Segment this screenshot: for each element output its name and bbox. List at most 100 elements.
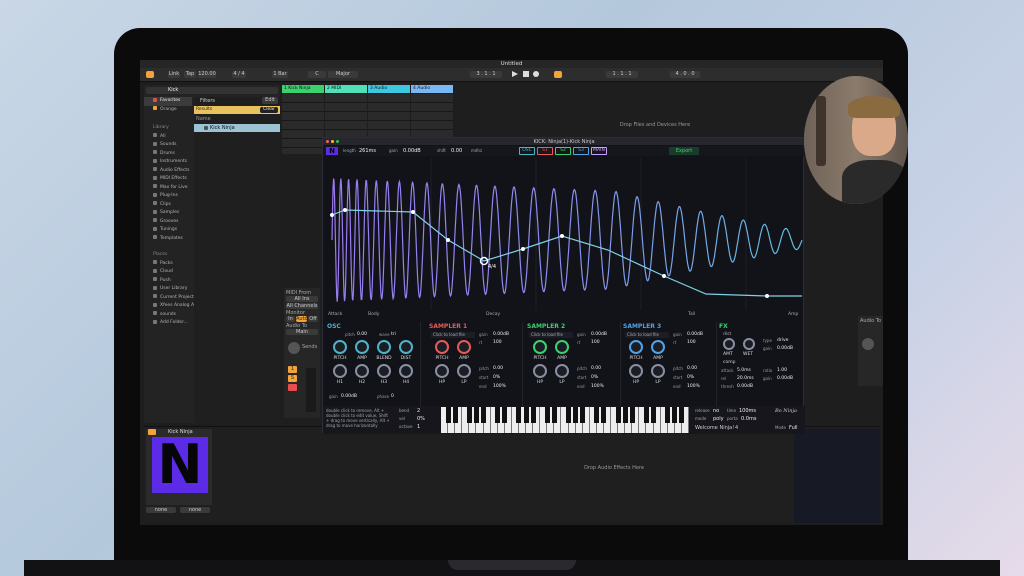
- knob[interactable]: [629, 364, 643, 378]
- mode-value[interactable]: poly: [713, 416, 724, 422]
- library-item[interactable]: Sounds: [144, 141, 192, 150]
- knob[interactable]: [651, 340, 665, 354]
- clear-button[interactable]: Clear: [260, 107, 278, 113]
- black-key[interactable]: [452, 407, 458, 423]
- black-key[interactable]: [651, 407, 657, 423]
- start-value[interactable]: 0%: [591, 375, 598, 380]
- library-item[interactable]: Templates: [144, 235, 192, 244]
- monitor-off-button[interactable]: Off: [308, 316, 318, 322]
- black-key[interactable]: [516, 407, 522, 423]
- filters-toggle[interactable]: Filters: [200, 98, 215, 104]
- load-file-field[interactable]: Click to load file: [625, 332, 669, 338]
- black-key[interactable]: [473, 407, 479, 423]
- black-key[interactable]: [551, 407, 557, 423]
- attack-value[interactable]: 5.0ms: [737, 368, 751, 373]
- end-value[interactable]: 100%: [687, 384, 700, 389]
- tempo-field[interactable]: 120.00: [198, 71, 216, 78]
- stop-icon[interactable]: [523, 71, 529, 77]
- black-key[interactable]: [544, 407, 550, 423]
- library-item[interactable]: Instruments: [144, 158, 192, 167]
- knob[interactable]: [355, 340, 369, 354]
- library-item[interactable]: Plug-Ins: [144, 192, 192, 201]
- library-item[interactable]: Max for Live: [144, 184, 192, 193]
- monitor-in-button[interactable]: In: [286, 316, 295, 322]
- places-item[interactable]: Xfees Analog Ar: [144, 302, 196, 311]
- library-item[interactable]: Drums: [144, 150, 192, 159]
- favorites-label[interactable]: Favorites: [160, 98, 180, 103]
- plugin-tab[interactable]: OSC: [519, 147, 535, 155]
- device-on-icon[interactable]: [148, 429, 156, 435]
- solo-button[interactable]: S: [288, 375, 297, 382]
- knob[interactable]: [555, 364, 569, 378]
- export-button[interactable]: Export: [669, 147, 699, 155]
- load-file-field[interactable]: Click to load file: [529, 332, 573, 338]
- plugin-tab[interactable]: S1: [537, 147, 553, 155]
- black-key[interactable]: [615, 407, 621, 423]
- pitch-value[interactable]: 0.00: [687, 366, 697, 371]
- plugin-tab[interactable]: MAIN: [591, 147, 607, 155]
- knob[interactable]: [651, 364, 665, 378]
- vel-value[interactable]: 0%: [417, 416, 425, 422]
- track-header[interactable]: 2 MIDI: [325, 85, 367, 93]
- black-key[interactable]: [445, 407, 451, 423]
- rt-value[interactable]: 100: [687, 340, 696, 345]
- clip-column-1[interactable]: [282, 94, 324, 154]
- start-value[interactable]: 0%: [493, 375, 500, 380]
- thresh-value[interactable]: 0.00dB: [737, 384, 753, 389]
- midi-from-select[interactable]: All Ins: [286, 296, 318, 302]
- gain-value[interactable]: 0.00dB: [687, 332, 703, 337]
- envelope-point[interactable]: [411, 210, 415, 214]
- black-key[interactable]: [672, 407, 678, 423]
- comp-toggle[interactable]: comp: [723, 360, 735, 365]
- envelope-point[interactable]: [521, 247, 525, 251]
- knob[interactable]: [457, 340, 471, 354]
- phase-value[interactable]: 0: [391, 394, 394, 399]
- shift-value[interactable]: 0.00: [451, 148, 462, 154]
- black-key[interactable]: [644, 407, 649, 423]
- library-item[interactable]: Samples: [144, 209, 192, 218]
- library-item[interactable]: Clips: [144, 201, 192, 210]
- library-item[interactable]: Tunings: [144, 226, 192, 235]
- arm-button[interactable]: [288, 384, 297, 391]
- black-key[interactable]: [466, 407, 472, 423]
- arrangement-toggle-icon[interactable]: [146, 71, 154, 78]
- places-item[interactable]: Current Project: [144, 294, 194, 303]
- envelope-point[interactable]: [765, 294, 769, 298]
- knob[interactable]: [399, 364, 413, 378]
- rt-value[interactable]: 100: [493, 340, 502, 345]
- black-key[interactable]: [601, 407, 607, 423]
- envelope-point[interactable]: [560, 234, 564, 238]
- wave-value[interactable]: tri: [391, 332, 396, 337]
- dist-toggle[interactable]: dist: [723, 332, 731, 337]
- knob[interactable]: [377, 340, 391, 354]
- black-key[interactable]: [566, 407, 572, 423]
- release-value[interactable]: no: [713, 408, 719, 414]
- library-item[interactable]: Audio Effects: [144, 167, 192, 176]
- black-key[interactable]: [530, 407, 536, 423]
- result-row[interactable]: Kick Ninja: [194, 124, 280, 132]
- start-value[interactable]: 0%: [687, 375, 694, 380]
- loop-start[interactable]: 1 . 1 . 1: [606, 71, 638, 78]
- places-item[interactable]: Packs: [144, 260, 192, 269]
- gain-value[interactable]: 0.00dB: [493, 332, 509, 337]
- track-header[interactable]: 4 Audio: [411, 85, 453, 93]
- black-key[interactable]: [573, 407, 579, 423]
- plugin-tab[interactable]: S2: [555, 147, 571, 155]
- places-item[interactable]: User Library: [144, 285, 192, 294]
- pitch-value[interactable]: 0.00: [591, 366, 601, 371]
- envelope-point[interactable]: [343, 208, 347, 212]
- black-key[interactable]: [679, 407, 685, 423]
- places-item[interactable]: sounds: [144, 311, 192, 320]
- record-icon[interactable]: [533, 71, 539, 77]
- ratio-value[interactable]: 1.00: [777, 368, 787, 373]
- places-item[interactable]: Add Folder...: [144, 319, 192, 328]
- black-key[interactable]: [622, 407, 628, 423]
- chain-select-1[interactable]: none: [146, 507, 176, 513]
- time-value[interactable]: 100ms: [739, 408, 756, 414]
- arrangement-position[interactable]: 3 . 1 . 1: [470, 71, 502, 78]
- end-value[interactable]: 100%: [493, 384, 506, 389]
- type-value[interactable]: drive: [777, 338, 788, 343]
- library-item[interactable]: Grooves: [144, 218, 192, 227]
- amt-knob[interactable]: [723, 338, 735, 350]
- automation-arm-icon[interactable]: [554, 71, 562, 78]
